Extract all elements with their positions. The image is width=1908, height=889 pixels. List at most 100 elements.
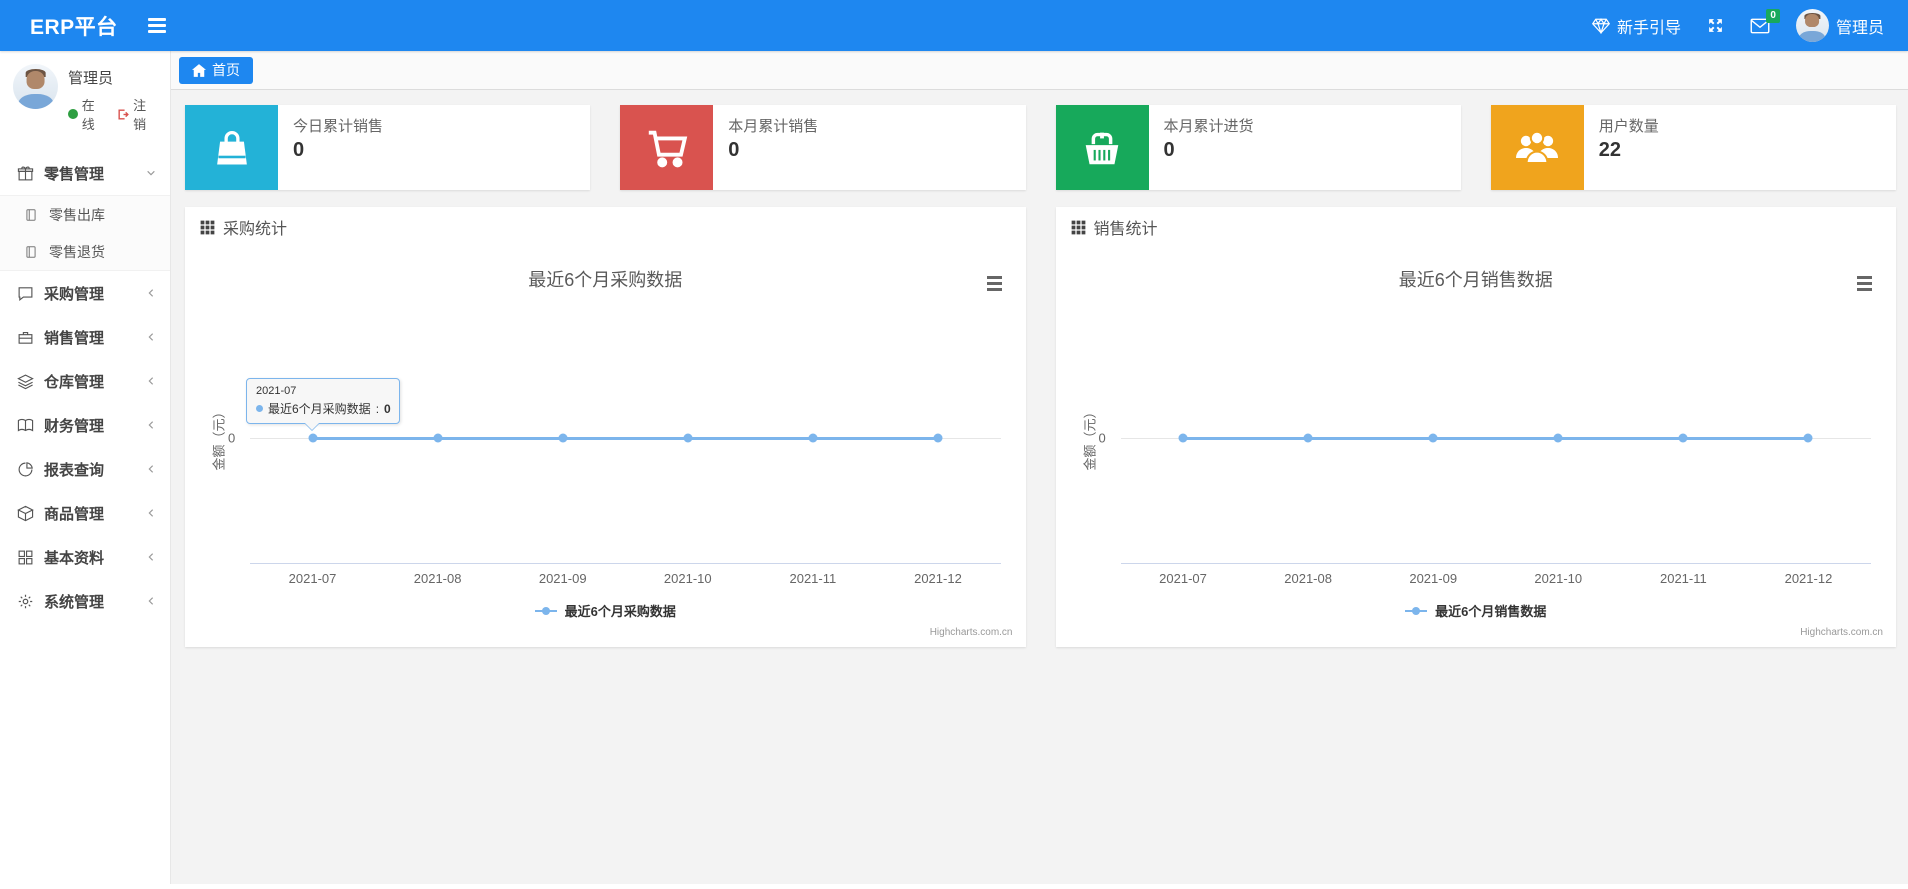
tooltip-header: 2021-07 (256, 385, 297, 397)
data-point[interactable] (1803, 433, 1813, 443)
home-icon (192, 63, 206, 77)
y-axis-title: 金额（元） (211, 405, 227, 471)
file-icon (22, 206, 40, 224)
plot-area: 0 (1099, 315, 1871, 563)
data-point[interactable] (1428, 433, 1438, 443)
cube-icon (16, 504, 34, 522)
data-point[interactable] (558, 433, 568, 443)
legend-marker-icon (1405, 606, 1428, 616)
tab-home[interactable]: 首页 (179, 56, 253, 84)
profile-name: 管理员 (68, 70, 114, 87)
y-tick-label: 0 (1098, 430, 1106, 446)
stat-card-title: 今日累计销售 (293, 118, 384, 135)
panel-title: 销售统计 (1093, 221, 1158, 238)
username: 管理员 (1835, 19, 1884, 37)
chart-context-menu-button[interactable] (986, 276, 1002, 291)
chevron-down-icon (146, 168, 156, 178)
sidebar-item-purchase[interactable]: 采购管理 (0, 271, 170, 315)
x-tick-label: 2021-08 (413, 571, 462, 586)
sidebar-item-retail-outbound[interactable]: 零售出库 (0, 196, 170, 233)
footer-strip (0, 884, 1908, 889)
fullscreen-icon (1707, 17, 1724, 34)
chart-panels-row: 采购统计 最近6个月采购数据 金额（元） 0 2021-07 最近6个月采购数据… (185, 207, 1896, 647)
stat-card-month-sales: 本月累计销售 0 (620, 105, 1026, 190)
x-tick-label: 2021-09 (538, 571, 587, 586)
stat-cards-row: 今日累计销售 0 本月累计销售 0 本月累计进货 0 用户数量 22 (185, 105, 1896, 190)
sidebar-item-retail-return[interactable]: 零售退货 (0, 233, 170, 270)
comment-icon (16, 284, 34, 302)
chevron-left-icon (146, 332, 156, 342)
legend-marker-icon (534, 606, 557, 616)
chart-title: 最近6个月销售数据 (1398, 270, 1553, 290)
th-grid-icon (200, 220, 215, 235)
data-point[interactable] (308, 433, 318, 443)
x-axis-line (1120, 563, 1871, 564)
legend-item[interactable]: 最近6个月采购数据 (185, 601, 1026, 620)
fullscreen-button[interactable] (1707, 17, 1724, 34)
stat-card-user-count: 用户数量 22 (1490, 105, 1896, 190)
briefcase-icon (16, 328, 34, 346)
data-point[interactable] (933, 433, 943, 443)
y-axis-title: 金额（元） (1082, 405, 1097, 471)
x-tick-label: 2021-07 (288, 571, 337, 586)
data-point[interactable] (1303, 433, 1313, 443)
sidebar-menu: 零售管理 零售出库 零售退货 采购管理 销售管理 仓库管理 财务管理 报表查询 … (0, 151, 170, 623)
legend-item[interactable]: 最近6个月销售数据 (1056, 601, 1897, 620)
shopping-cart-icon (620, 105, 714, 190)
data-point[interactable] (1178, 433, 1188, 443)
sidebar-item-retail[interactable]: 零售管理 (0, 151, 170, 195)
tab-bar: 首页 (171, 51, 1908, 90)
app-logo: ERP平台 (30, 15, 118, 39)
stat-card-title: 本月累计销售 (728, 118, 819, 135)
highcharts-credit-link[interactable]: Highcharts.com.cn (930, 627, 1013, 638)
sidebar-item-label: 商品管理 (44, 505, 105, 523)
sidebar-item-finance[interactable]: 财务管理 (0, 403, 170, 447)
logout-link[interactable]: 注销 (117, 95, 158, 133)
data-point[interactable] (808, 433, 818, 443)
chart-title: 最近6个月采购数据 (528, 270, 683, 290)
stat-card-month-purchase: 本月累计进货 0 (1055, 105, 1461, 190)
sidebar-item-sales[interactable]: 销售管理 (0, 315, 170, 359)
user-menu[interactable]: 管理员 (1795, 9, 1884, 42)
chart-context-menu-button[interactable] (1857, 276, 1872, 291)
stat-card-value: 0 (728, 139, 740, 161)
sidebar-item-goods[interactable]: 商品管理 (0, 491, 170, 535)
sidebar-item-warehouse[interactable]: 仓库管理 (0, 359, 170, 403)
messages-button[interactable]: 0 (1750, 8, 1780, 34)
data-point[interactable] (1553, 433, 1563, 443)
sidebar-item-system[interactable]: 系统管理 (0, 579, 170, 623)
data-point[interactable] (683, 433, 693, 443)
th-grid-icon (1071, 220, 1086, 235)
legend-label: 最近6个月销售数据 (1435, 604, 1547, 619)
file-icon (22, 243, 40, 261)
profile-block: 管理员 在线 注销 (0, 51, 170, 143)
x-tick-label: 2021-11 (1659, 571, 1707, 586)
gem-icon (1591, 17, 1610, 34)
shopping-bag-icon (185, 105, 278, 190)
sidebar-item-reports[interactable]: 报表查询 (0, 447, 170, 491)
x-tick-label: 2021-10 (663, 571, 712, 586)
tab-home-label: 首页 (212, 62, 240, 78)
chevron-left-icon (146, 508, 156, 518)
sidebar-item-label: 销售管理 (44, 329, 105, 347)
sidebar-item-label: 报表查询 (44, 461, 105, 479)
sidebar-item-label: 仓库管理 (44, 373, 105, 391)
data-point[interactable] (1678, 433, 1688, 443)
stat-card-value: 0 (1163, 139, 1175, 161)
x-tick-label: 2021-12 (1784, 571, 1833, 586)
submenu-item-label: 零售出库 (49, 206, 105, 223)
gear-icon (16, 592, 34, 610)
book-icon (16, 416, 34, 434)
highcharts-credit-link[interactable]: Highcharts.com.cn (1800, 627, 1883, 638)
data-point[interactable] (433, 433, 443, 443)
sidebar-toggle-icon[interactable] (147, 18, 166, 33)
x-tick-label: 2021-09 (1409, 571, 1458, 586)
x-tick-label: 2021-10 (1534, 571, 1583, 586)
guide-label: 新手引导 (1616, 19, 1681, 37)
users-icon (1490, 105, 1584, 190)
sidebar: 管理员 在线 注销 零售管理 零售出库 零售退货 采购管理 销售管理 仓库管理 … (0, 51, 171, 884)
guide-button[interactable]: 新手引导 (1591, 14, 1681, 38)
retail-submenu: 零售出库 零售退货 (0, 195, 170, 271)
tooltip-value: 0 (384, 401, 391, 416)
sidebar-item-basic-data[interactable]: 基本资料 (0, 535, 170, 579)
